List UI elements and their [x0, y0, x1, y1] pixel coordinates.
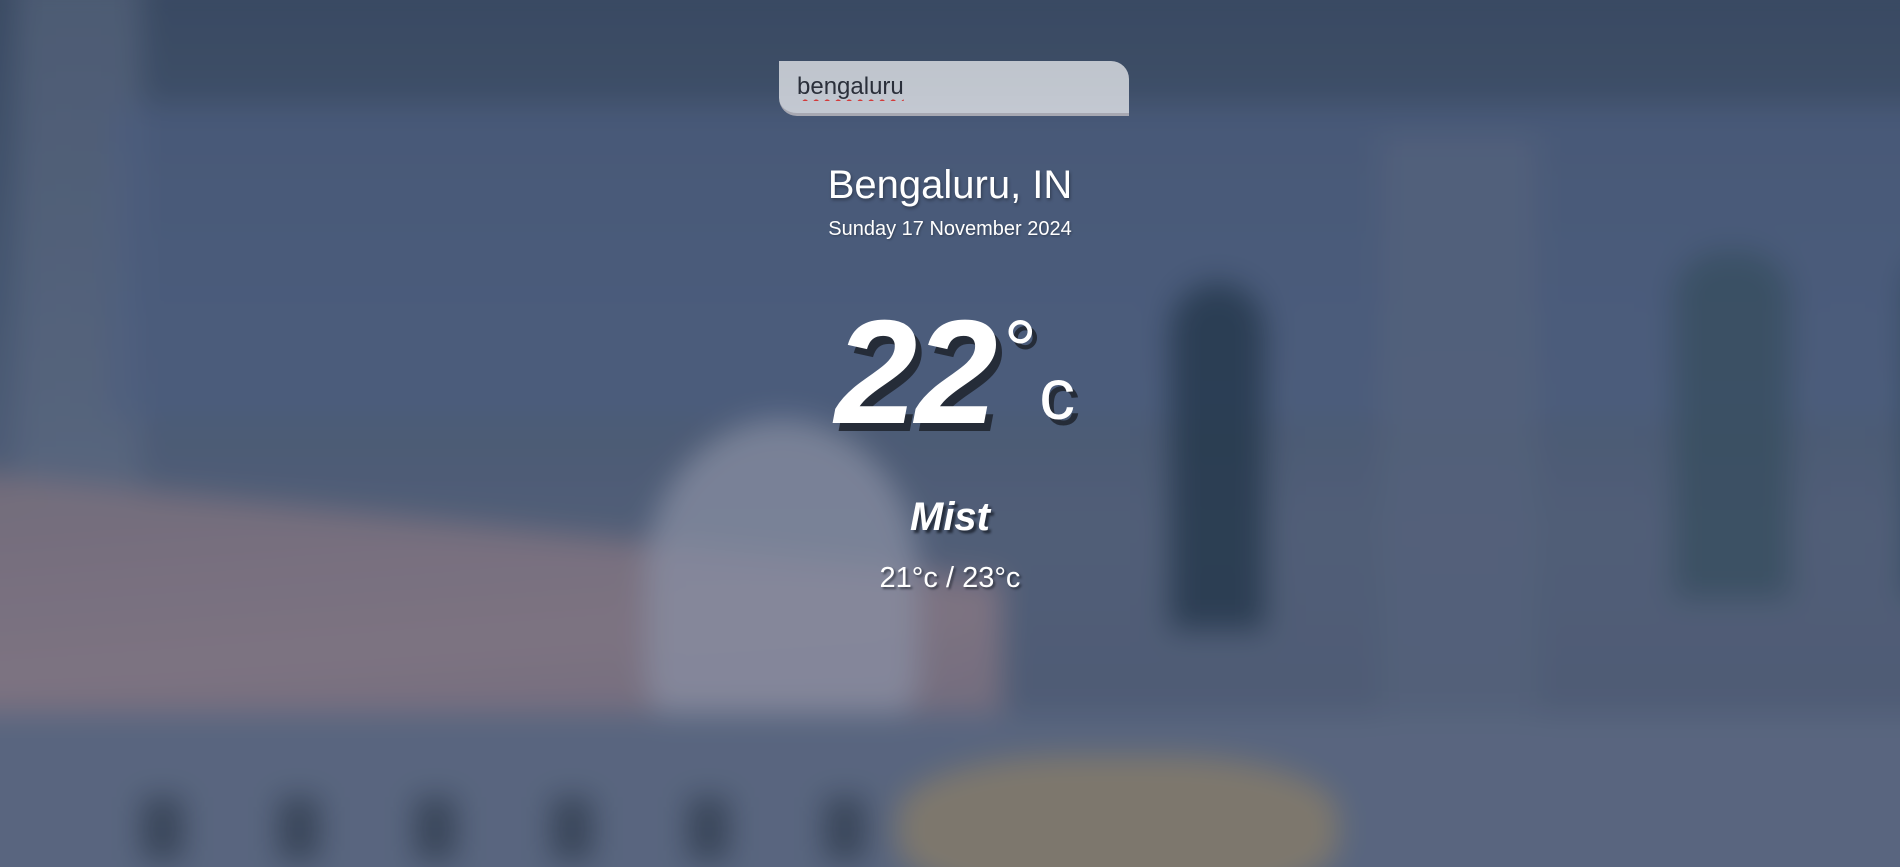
- weather-app: Bengaluru, IN Sunday 17 November 2024 22…: [0, 0, 1900, 867]
- degree-symbol: °: [1003, 303, 1038, 397]
- location-name: Bengaluru, IN: [827, 163, 1073, 207]
- current-date: Sunday 17 November 2024: [828, 218, 1072, 240]
- temperature-display: 22°c: [0, 298, 1900, 448]
- search-input[interactable]: [779, 61, 1129, 116]
- temperature-value: 22: [834, 290, 998, 455]
- hi-low-temperature: 21°c / 23°c: [879, 562, 1021, 594]
- temperature-unit: °c: [1004, 303, 1076, 435]
- weather-condition: Mist: [910, 495, 990, 539]
- weather-content: Bengaluru, IN Sunday 17 November 2024 22…: [0, 0, 1900, 867]
- unit-label: c: [1039, 355, 1076, 435]
